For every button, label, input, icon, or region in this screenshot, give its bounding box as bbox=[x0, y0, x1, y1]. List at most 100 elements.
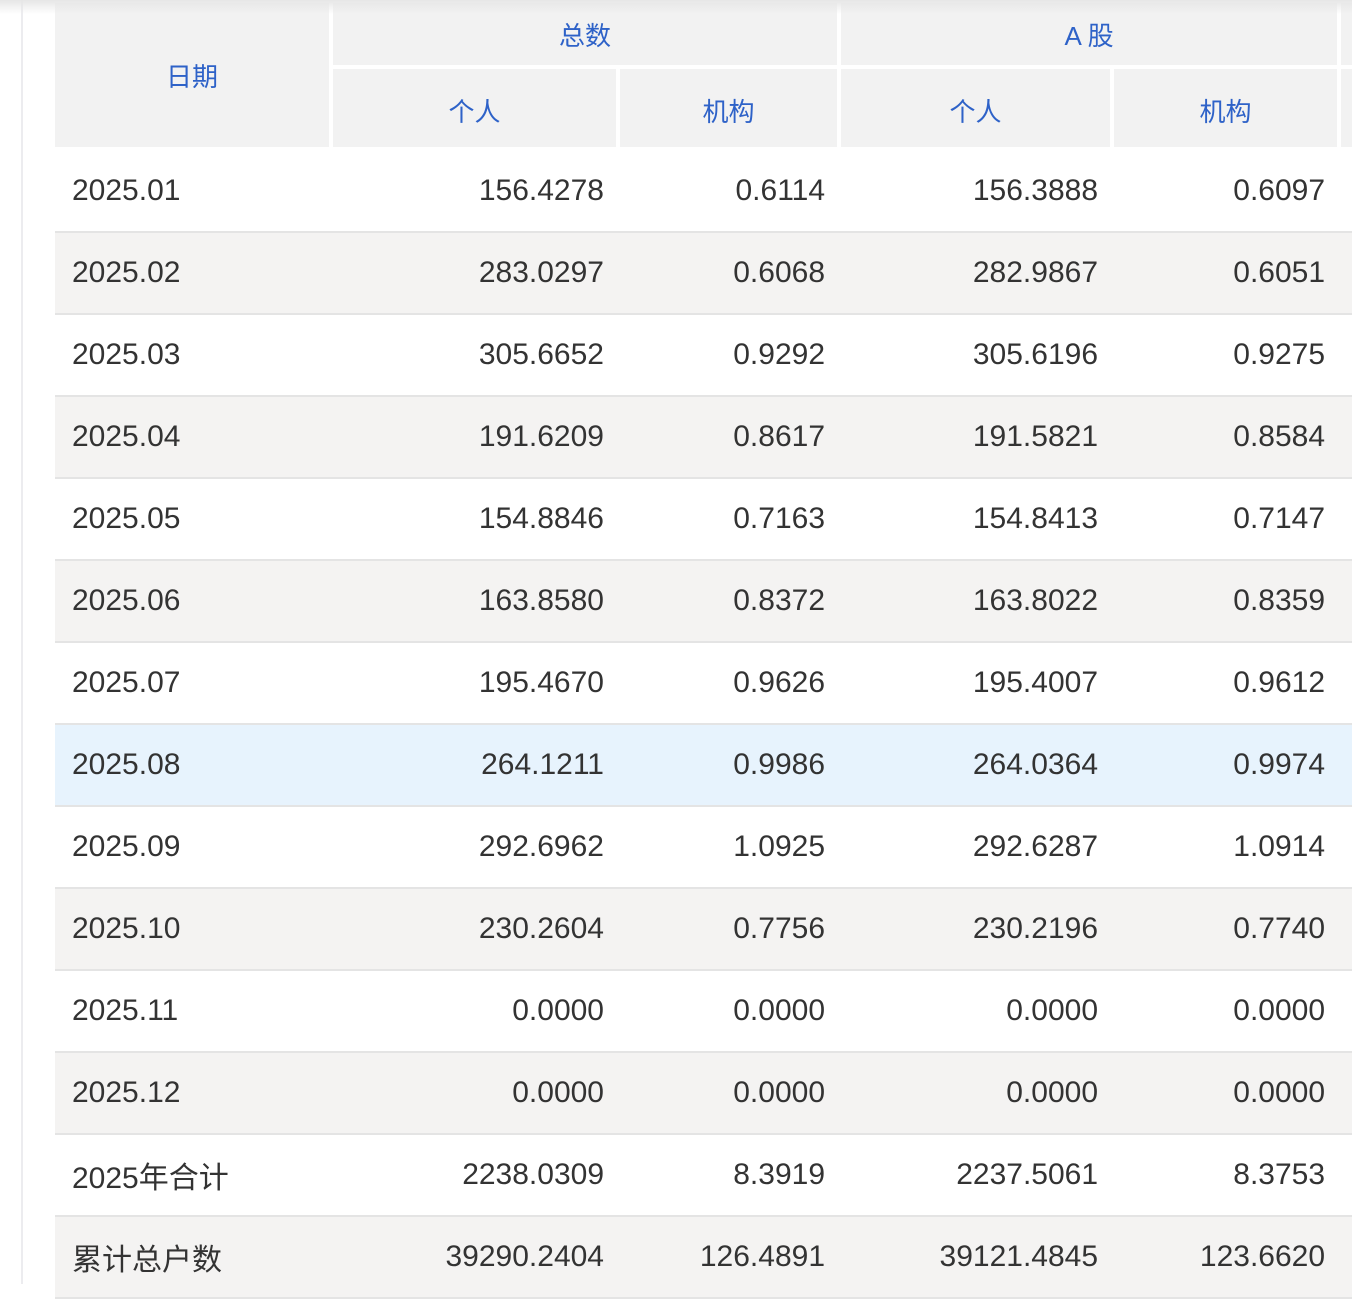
cell-date: 2025.12 bbox=[55, 1053, 333, 1135]
page-divider bbox=[21, 0, 23, 1284]
cell-a-ind: 305.6196 bbox=[841, 315, 1114, 397]
table-row[interactable]: 2025.120.00000.00000.00000.0000 bbox=[55, 1053, 1352, 1135]
cell-total-ind: 191.6209 bbox=[333, 397, 620, 479]
cell-date: 2025年合计 bbox=[55, 1135, 333, 1217]
cell-total-inst: 126.4891 bbox=[620, 1217, 841, 1299]
cell-date: 2025.11 bbox=[55, 971, 333, 1053]
cell-a-inst: 0.8584 bbox=[1114, 397, 1341, 479]
cell-total-ind: 292.6962 bbox=[333, 807, 620, 889]
cell-a-inst: 0.0000 bbox=[1114, 1053, 1341, 1135]
table-row[interactable]: 2025.06163.85800.8372163.80220.8359 bbox=[55, 561, 1352, 643]
cell-total-inst: 0.0000 bbox=[620, 1053, 841, 1135]
cell-total-ind: 2238.0309 bbox=[333, 1135, 620, 1217]
table-row[interactable]: 2025.01156.42780.6114156.38880.6097 bbox=[55, 151, 1352, 233]
cell-a-inst: 0.8359 bbox=[1114, 561, 1341, 643]
cell-date: 2025.10 bbox=[55, 889, 333, 971]
cell-total-ind: 163.8580 bbox=[333, 561, 620, 643]
table-row[interactable]: 2025.08264.12110.9986264.03640.9974 bbox=[55, 725, 1352, 807]
table-row[interactable]: 累计总户数39290.2404126.489139121.4845123.662… bbox=[55, 1217, 1352, 1299]
cell-overflow bbox=[1341, 561, 1352, 643]
cell-total-ind: 39290.2404 bbox=[333, 1217, 620, 1299]
cell-total-ind: 156.4278 bbox=[333, 151, 620, 233]
cell-total-inst: 0.9292 bbox=[620, 315, 841, 397]
cell-a-inst: 0.9275 bbox=[1114, 315, 1341, 397]
cell-a-ind: 39121.4845 bbox=[841, 1217, 1114, 1299]
cell-total-inst: 8.3919 bbox=[620, 1135, 841, 1217]
header-a-institution[interactable]: 机构 bbox=[1114, 69, 1341, 151]
cell-a-inst: 0.0000 bbox=[1114, 971, 1341, 1053]
table-row[interactable]: 2025.07195.46700.9626195.40070.9612 bbox=[55, 643, 1352, 725]
header-next-group bbox=[1341, 3, 1352, 69]
new-accounts-table: 日期 总数 A 股 个人 机构 个人 机构 2025.01156.42780.6… bbox=[55, 3, 1352, 1299]
cell-total-inst: 0.9626 bbox=[620, 643, 841, 725]
cell-overflow bbox=[1341, 397, 1352, 479]
header-a-individual[interactable]: 个人 bbox=[841, 69, 1114, 151]
header-group-total: 总数 bbox=[333, 3, 841, 69]
table-row[interactable]: 2025.09292.69621.0925292.62871.0914 bbox=[55, 807, 1352, 889]
cell-a-ind: 154.8413 bbox=[841, 479, 1114, 561]
cell-total-inst: 1.0925 bbox=[620, 807, 841, 889]
cell-a-ind: 191.5821 bbox=[841, 397, 1114, 479]
cell-date: 2025.05 bbox=[55, 479, 333, 561]
cell-a-inst: 0.9612 bbox=[1114, 643, 1341, 725]
cell-date: 累计总户数 bbox=[55, 1217, 333, 1299]
cell-total-ind: 0.0000 bbox=[333, 1053, 620, 1135]
cell-a-ind: 282.9867 bbox=[841, 233, 1114, 315]
table-row[interactable]: 2025年合计2238.03098.39192237.50618.3753 bbox=[55, 1135, 1352, 1217]
cell-overflow bbox=[1341, 643, 1352, 725]
cell-total-ind: 0.0000 bbox=[333, 971, 620, 1053]
cell-a-inst: 0.7740 bbox=[1114, 889, 1341, 971]
cell-overflow bbox=[1341, 1217, 1352, 1299]
cell-overflow bbox=[1341, 807, 1352, 889]
cell-overflow bbox=[1341, 1135, 1352, 1217]
cell-total-inst: 0.6114 bbox=[620, 151, 841, 233]
cell-total-ind: 230.2604 bbox=[333, 889, 620, 971]
cell-overflow bbox=[1341, 1053, 1352, 1135]
header-total-institution[interactable]: 机构 bbox=[620, 69, 841, 151]
cell-overflow bbox=[1341, 151, 1352, 233]
cell-a-ind: 2237.5061 bbox=[841, 1135, 1114, 1217]
cell-overflow bbox=[1341, 479, 1352, 561]
cell-total-ind: 283.0297 bbox=[333, 233, 620, 315]
table-row[interactable]: 2025.03305.66520.9292305.61960.9275 bbox=[55, 315, 1352, 397]
cell-overflow bbox=[1341, 725, 1352, 807]
cell-a-ind: 0.0000 bbox=[841, 1053, 1114, 1135]
cell-a-inst: 123.6620 bbox=[1114, 1217, 1341, 1299]
cell-a-inst: 0.6051 bbox=[1114, 233, 1341, 315]
cell-total-inst: 0.0000 bbox=[620, 971, 841, 1053]
cell-total-inst: 0.7163 bbox=[620, 479, 841, 561]
cell-total-ind: 305.6652 bbox=[333, 315, 620, 397]
header-next-sub bbox=[1341, 69, 1352, 151]
table-row[interactable]: 2025.04191.62090.8617191.58210.8584 bbox=[55, 397, 1352, 479]
cell-date: 2025.08 bbox=[55, 725, 333, 807]
cell-a-inst: 8.3753 bbox=[1114, 1135, 1341, 1217]
cell-overflow bbox=[1341, 971, 1352, 1053]
cell-date: 2025.02 bbox=[55, 233, 333, 315]
table-row[interactable]: 2025.110.00000.00000.00000.0000 bbox=[55, 971, 1352, 1053]
cell-a-ind: 264.0364 bbox=[841, 725, 1114, 807]
cell-overflow bbox=[1341, 889, 1352, 971]
table-row[interactable]: 2025.10230.26040.7756230.21960.7740 bbox=[55, 889, 1352, 971]
cell-a-inst: 0.7147 bbox=[1114, 479, 1341, 561]
cell-total-inst: 0.9986 bbox=[620, 725, 841, 807]
cell-a-ind: 230.2196 bbox=[841, 889, 1114, 971]
cell-total-ind: 154.8846 bbox=[333, 479, 620, 561]
header-date[interactable]: 日期 bbox=[55, 3, 333, 151]
cell-total-ind: 264.1211 bbox=[333, 725, 620, 807]
cell-total-ind: 195.4670 bbox=[333, 643, 620, 725]
cell-a-inst: 1.0914 bbox=[1114, 807, 1341, 889]
cell-total-inst: 0.6068 bbox=[620, 233, 841, 315]
header-group-a-share: A 股 bbox=[841, 3, 1341, 69]
cell-total-inst: 0.8372 bbox=[620, 561, 841, 643]
table-row[interactable]: 2025.05154.88460.7163154.84130.7147 bbox=[55, 479, 1352, 561]
cell-a-ind: 195.4007 bbox=[841, 643, 1114, 725]
cell-a-ind: 156.3888 bbox=[841, 151, 1114, 233]
cell-date: 2025.01 bbox=[55, 151, 333, 233]
cell-overflow bbox=[1341, 315, 1352, 397]
header-total-individual[interactable]: 个人 bbox=[333, 69, 620, 151]
cell-date: 2025.03 bbox=[55, 315, 333, 397]
cell-a-ind: 292.6287 bbox=[841, 807, 1114, 889]
cell-date: 2025.06 bbox=[55, 561, 333, 643]
table-row[interactable]: 2025.02283.02970.6068282.98670.6051 bbox=[55, 233, 1352, 315]
cell-total-inst: 0.8617 bbox=[620, 397, 841, 479]
